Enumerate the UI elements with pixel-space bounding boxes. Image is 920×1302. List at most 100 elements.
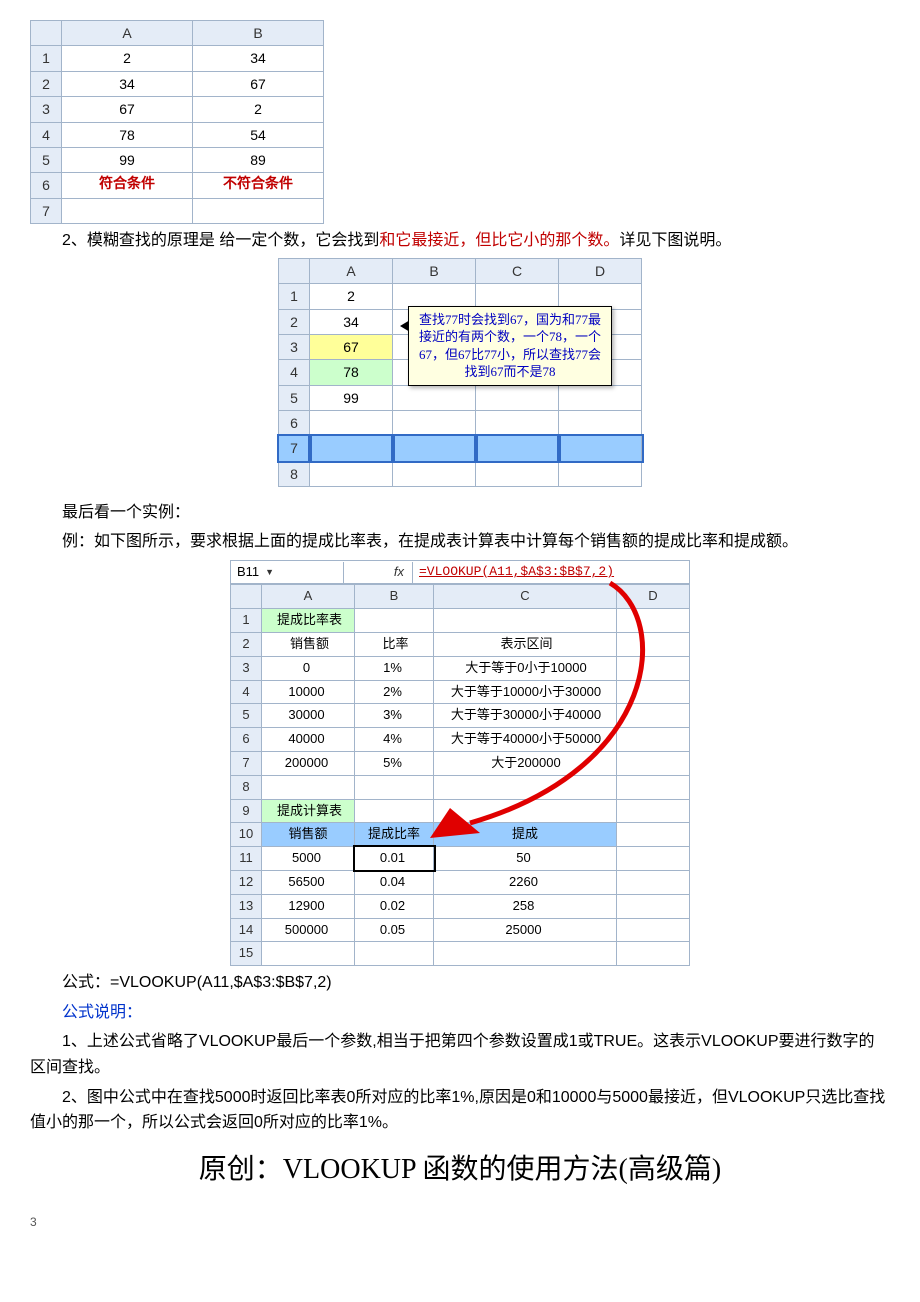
cell: 34 — [310, 309, 393, 334]
cell — [393, 436, 476, 461]
name-box-value: B11 — [237, 562, 259, 583]
cell — [355, 942, 434, 966]
cell — [476, 436, 559, 461]
cell: 67 — [62, 97, 193, 122]
row-header: 2 — [231, 633, 262, 657]
row-header: 2 — [31, 71, 62, 96]
cell — [476, 385, 559, 410]
cell — [617, 894, 690, 918]
cell — [617, 799, 690, 823]
cell: 99 — [62, 147, 193, 172]
cell — [617, 942, 690, 966]
row-header: 1 — [279, 284, 310, 309]
row-header: 1 — [31, 46, 62, 71]
cell — [262, 775, 355, 799]
cell — [310, 461, 393, 486]
cell: 2260 — [434, 870, 617, 894]
row-header: 3 — [279, 334, 310, 359]
cell: 2 — [193, 97, 324, 122]
header-commission-rate: 提成比率 — [355, 823, 434, 847]
col-header-d: D — [559, 258, 642, 283]
cell — [617, 609, 690, 633]
formula-text[interactable]: =VLOOKUP(A11,$A$3:$B$7,2) — [413, 562, 620, 583]
cell: 258 — [434, 894, 617, 918]
cell: 大于等于0小于10000 — [434, 656, 617, 680]
cell — [559, 436, 642, 461]
cell — [617, 633, 690, 657]
row-header: 8 — [231, 775, 262, 799]
cell — [434, 775, 617, 799]
cell: 0.02 — [355, 894, 434, 918]
col-header-c: C — [434, 585, 617, 609]
cell — [559, 411, 642, 436]
cell-selected[interactable]: 0.01 — [355, 847, 434, 871]
row-header: 3 — [231, 656, 262, 680]
paragraph-explanation-1: 1、上述公式省略了VLOOKUP最后一个参数,相当于把第四个参数设置成1或TRU… — [30, 1029, 890, 1080]
cell: 67 — [193, 71, 324, 96]
page-number: 3 — [30, 1213, 890, 1232]
col-header-a: A — [262, 585, 355, 609]
cell — [393, 461, 476, 486]
cell-highlighted: 67 — [310, 334, 393, 359]
cell — [559, 461, 642, 486]
cell: 大于200000 — [434, 752, 617, 776]
row-header: 13 — [231, 894, 262, 918]
cell — [617, 775, 690, 799]
col-header-d: D — [617, 585, 690, 609]
cell: 30000 — [262, 704, 355, 728]
cell: 5% — [355, 752, 434, 776]
corner-cell — [279, 258, 310, 283]
cell — [310, 411, 393, 436]
cell — [617, 918, 690, 942]
cell: 99 — [310, 385, 393, 410]
cell — [355, 609, 434, 633]
cell: 12900 — [262, 894, 355, 918]
cell — [393, 411, 476, 436]
cell: 25000 — [434, 918, 617, 942]
row-header: 5 — [231, 704, 262, 728]
row-header: 4 — [279, 360, 310, 385]
header-commission: 提成 — [434, 823, 617, 847]
dropdown-icon[interactable]: ▼ — [265, 565, 274, 579]
col-header-b: B — [393, 258, 476, 283]
cell — [617, 752, 690, 776]
text-red: 和它最接近，但比它小的那个数。 — [379, 232, 619, 249]
fx-icon[interactable]: fx — [344, 562, 413, 583]
row-header: 9 — [231, 799, 262, 823]
cell: 54 — [193, 122, 324, 147]
excel-table-1: A B 1234 23467 3672 47854 59989 6符合条件不符合… — [30, 20, 324, 224]
row-header: 3 — [31, 97, 62, 122]
cell-highlighted: 78 — [310, 360, 393, 385]
col-header-b: B — [193, 21, 324, 46]
row-header-selected: 7 — [279, 436, 310, 461]
row-header: 10 — [231, 823, 262, 847]
cell — [617, 728, 690, 752]
text: 2、模糊查找的原理是 给一定个数，它会找到 — [62, 232, 379, 249]
formula-bar: B11 ▼ fx =VLOOKUP(A11,$A$3:$B$7,2) — [230, 560, 690, 584]
col-header-a: A — [310, 258, 393, 283]
paragraph-formula: 公式：=VLOOKUP(A11,$A$3:$B$7,2) — [30, 970, 890, 996]
name-box[interactable]: B11 ▼ — [231, 562, 344, 583]
cell: 89 — [193, 147, 324, 172]
header-sales: 销售额 — [262, 823, 355, 847]
row-header: 15 — [231, 942, 262, 966]
cell-condition-match: 符合条件 — [62, 173, 193, 198]
row-header: 4 — [31, 122, 62, 147]
cell — [617, 870, 690, 894]
row-header: 6 — [231, 728, 262, 752]
cell — [617, 823, 690, 847]
figure-1: A B 1234 23467 3672 47854 59989 6符合条件不符合… — [30, 20, 890, 224]
cell — [62, 198, 193, 223]
cell: 0.05 — [355, 918, 434, 942]
paragraph-explanation-title: 公式说明： — [30, 1000, 890, 1026]
cell: 大于等于10000小于30000 — [434, 680, 617, 704]
paragraph-explanation-2: 2、图中公式中在查找5000时返回比率表0所对应的比率1%,原因是0和10000… — [30, 1085, 890, 1136]
cell — [617, 680, 690, 704]
cell — [393, 385, 476, 410]
cell — [434, 799, 617, 823]
cell: 5000 — [262, 847, 355, 871]
cell: 500000 — [262, 918, 355, 942]
cell: 34 — [62, 71, 193, 96]
cell — [476, 461, 559, 486]
corner-cell — [31, 21, 62, 46]
